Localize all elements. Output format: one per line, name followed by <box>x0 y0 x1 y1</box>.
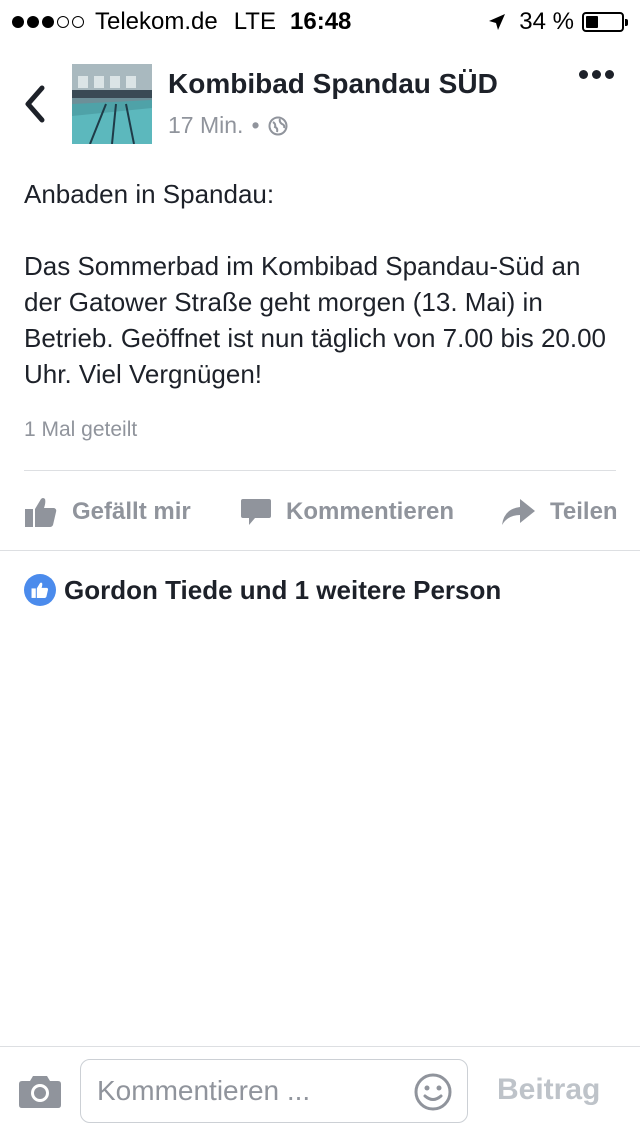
status-left: Telekom.de LTE <box>12 8 276 36</box>
share-label: Teilen <box>550 498 618 525</box>
share-count[interactable]: 1 Mal geteilt <box>24 418 137 442</box>
swimming-pool-image <box>72 64 152 144</box>
more-dot <box>592 70 601 79</box>
like-button[interactable]: Gefällt mir <box>24 486 191 538</box>
like-reaction-icon <box>24 574 56 606</box>
share-button[interactable]: Teilen <box>500 486 618 538</box>
divider <box>0 550 640 551</box>
comment-button[interactable]: Kommentieren <box>240 486 454 538</box>
comment-input[interactable]: Kommentieren ... <box>80 1059 468 1123</box>
signal-dot <box>42 16 54 28</box>
camera-icon <box>19 1076 61 1108</box>
thumbs-up-icon <box>31 582 49 598</box>
page-name[interactable]: Kombibad Spandau SÜD <box>168 68 498 100</box>
signal-dot <box>27 16 39 28</box>
comment-composer: Kommentieren ... Beitrag <box>0 1046 640 1136</box>
chevron-left-icon <box>25 85 45 123</box>
location-arrow-icon <box>489 14 506 30</box>
network-type: LTE <box>233 8 276 35</box>
thumbs-up-icon <box>25 498 57 527</box>
post-body: Das Sommerbad im Kombibad Spandau-Süd an… <box>24 251 607 389</box>
like-label: Gefällt mir <box>72 498 191 525</box>
speech-bubble-icon <box>241 499 271 525</box>
more-dot <box>605 70 614 79</box>
more-dot <box>579 70 588 79</box>
camera-button[interactable] <box>18 1073 62 1114</box>
likes-text: Gordon Tiede und 1 weitere Person <box>64 574 502 605</box>
battery-percent: 34 % <box>519 8 574 35</box>
post-comment-button[interactable]: Beitrag <box>497 1073 600 1107</box>
comment-placeholder: Kommentieren ... <box>97 1075 311 1106</box>
battery-fill <box>586 16 598 28</box>
likes-summary[interactable]: Gordon Tiede und 1 weitere Person <box>24 574 501 606</box>
status-bar: Telekom.de LTE 16:48 34 % <box>0 0 640 40</box>
carrier-name: Telekom.de <box>95 8 218 35</box>
post-timestamp[interactable]: 17 Min. <box>168 112 243 139</box>
post-text: Anbaden in Spandau: Das Sommerbad im Kom… <box>24 176 624 392</box>
post-intro: Anbaden in Spandau: <box>24 179 275 209</box>
signal-dot <box>12 16 24 28</box>
signal-dot <box>57 16 69 28</box>
back-button[interactable] <box>18 84 52 124</box>
signal-strength-icon <box>12 16 87 28</box>
signal-dot <box>72 16 84 28</box>
battery-icon <box>582 12 628 32</box>
more-options-button[interactable] <box>575 70 614 79</box>
page-avatar[interactable] <box>72 64 152 144</box>
emoji-icon[interactable] <box>413 1072 453 1112</box>
post-header: Kombibad Spandau SÜD 17 Min. • <box>0 56 640 156</box>
globe-icon <box>268 116 287 135</box>
comment-label: Kommentieren <box>286 498 455 525</box>
meta-separator: • <box>251 112 260 138</box>
clock: 16:48 <box>290 8 352 35</box>
divider <box>24 470 616 471</box>
share-arrow-icon <box>502 499 535 525</box>
status-right: 34 % <box>487 8 628 36</box>
post-meta: 17 Min. • <box>168 112 288 139</box>
action-bar: Gefällt mir Kommentieren Teilen <box>0 486 640 538</box>
